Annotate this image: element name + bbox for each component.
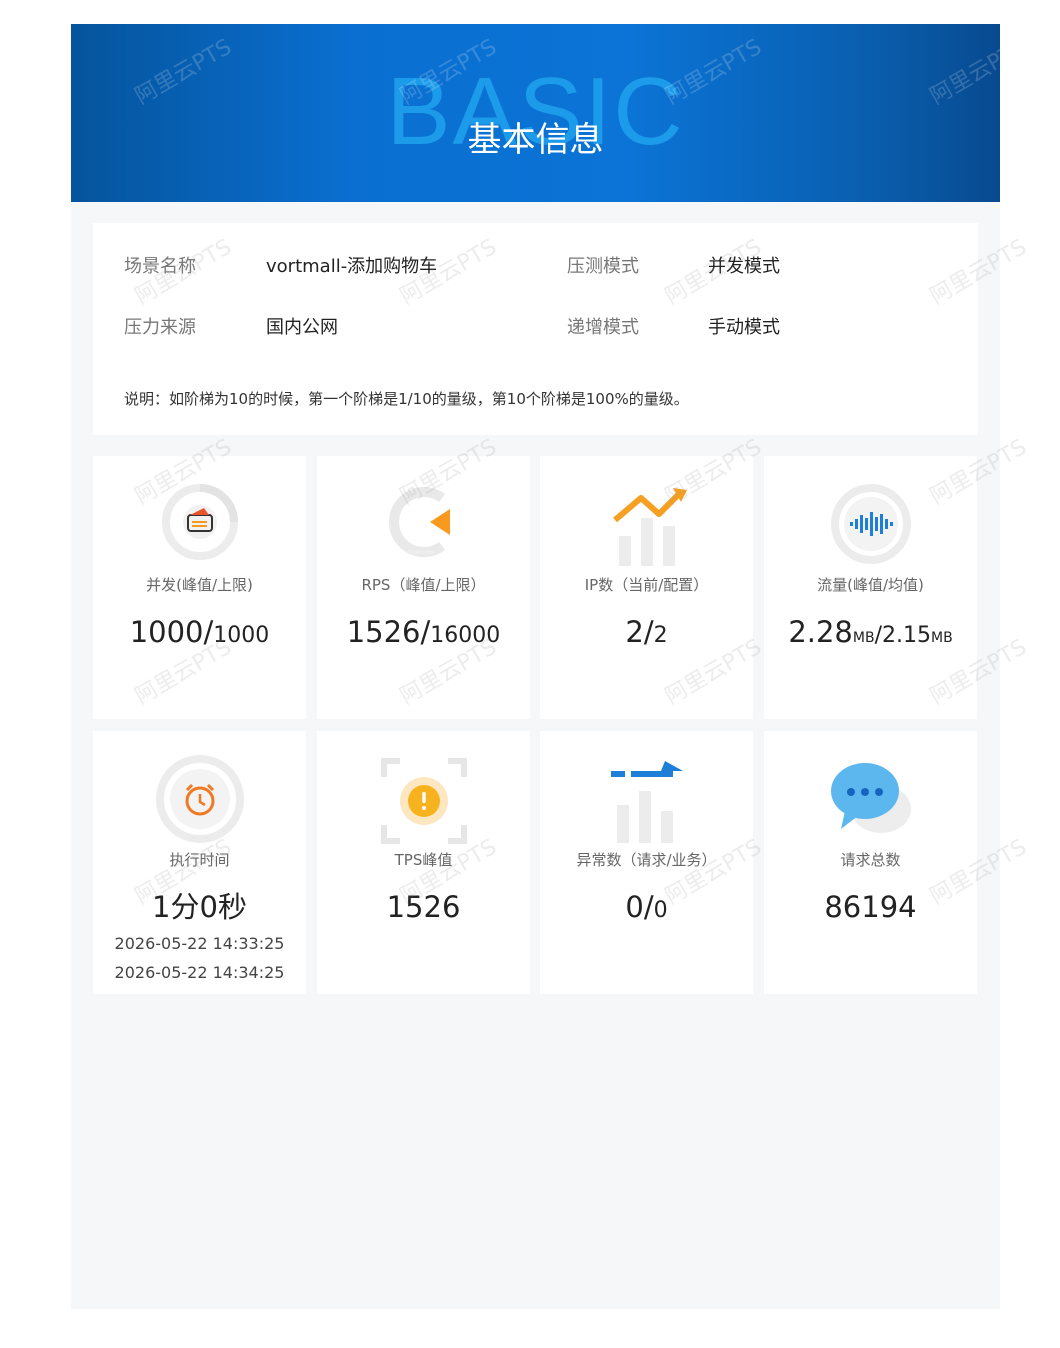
alarm-clock-icon [155, 755, 244, 843]
requests-label: 请求总数 [840, 851, 901, 869]
end-time: 2026-05-22 14:34:25 [114, 963, 285, 982]
ip-label: IP数（当前/配置） [584, 576, 709, 594]
traffic-value: 2.28MB/2.15MB [788, 615, 953, 649]
increment-label: 递增模式 [567, 317, 639, 338]
wallet-icon [161, 484, 238, 560]
error-bars-icon [610, 761, 683, 843]
increment-value: 手动模式 [708, 317, 780, 338]
rps-gauge-icon [388, 487, 450, 557]
page-title: 基本信息 [467, 120, 604, 160]
scene-name-label: 场景名称 [124, 256, 196, 277]
duration-label: 执行时间 [169, 851, 230, 869]
tps-value: 1526 [386, 890, 461, 924]
basic-info-panel: 场景名称 vortmall-添加购物车 压测模式 并发模式 压力来源 国内公网 … [93, 223, 978, 435]
requests-value: 86194 [824, 890, 917, 924]
concurrency-label: 并发(峰值/上限) [146, 576, 253, 594]
concurrency-card: 并发(峰值/上限) 1000/1000 [93, 456, 306, 719]
rps-label: RPS（峰值/上限） [361, 576, 486, 594]
report-header: BASIC 基本信息 阿里云PTS 阿里云PTS 阿里云PTS 阿里云PTS [71, 24, 1000, 202]
errors-value: 0/0 [625, 890, 668, 924]
duration-value: 1分0秒 [152, 890, 247, 924]
source-label: 压力来源 [124, 317, 196, 338]
tps-card: TPS峰值 1526 [317, 731, 530, 994]
rps-value: 1526/16000 [346, 615, 501, 649]
duration-card: 执行时间 1分0秒 2026-05-22 14:33:25 2026-05-22… [93, 731, 306, 994]
start-time: 2026-05-22 14:33:25 [114, 934, 285, 953]
ip-card: IP数（当前/配置） 2/2 [540, 456, 753, 719]
warning-scan-icon [380, 758, 467, 844]
chat-bubble-icon [830, 763, 911, 833]
errors-label: 异常数（请求/业务） [576, 851, 717, 869]
errors-card: 异常数（请求/业务） 0/0 [540, 731, 753, 994]
ip-value: 2/2 [625, 615, 668, 649]
requests-card: 请求总数 86194 [764, 731, 977, 994]
rps-card: RPS（峰值/上限） 1526/16000 [317, 456, 530, 719]
source-value: 国内公网 [266, 317, 338, 338]
concurrency-value: 1000/1000 [129, 615, 270, 649]
ip-bars-icon [612, 488, 687, 566]
traffic-card: 流量(峰值/均值) 2.28MB/2.15MB [764, 456, 977, 719]
traffic-label: 流量(峰值/均值) [817, 576, 924, 594]
waveform-icon [830, 484, 911, 564]
mode-value: 并发模式 [708, 256, 780, 277]
tps-label: TPS峰值 [394, 851, 453, 869]
mode-label: 压测模式 [567, 256, 639, 277]
ladder-note: 说明：如阶梯为10的时候，第一个阶梯是1/10的量级，第10个阶梯是100%的量… [124, 390, 689, 408]
report-container: BASIC 基本信息 阿里云PTS 阿里云PTS 阿里云PTS 阿里云PTS 场… [71, 24, 1031, 1309]
scene-name-value: vortmall-添加购物车 [266, 256, 438, 277]
